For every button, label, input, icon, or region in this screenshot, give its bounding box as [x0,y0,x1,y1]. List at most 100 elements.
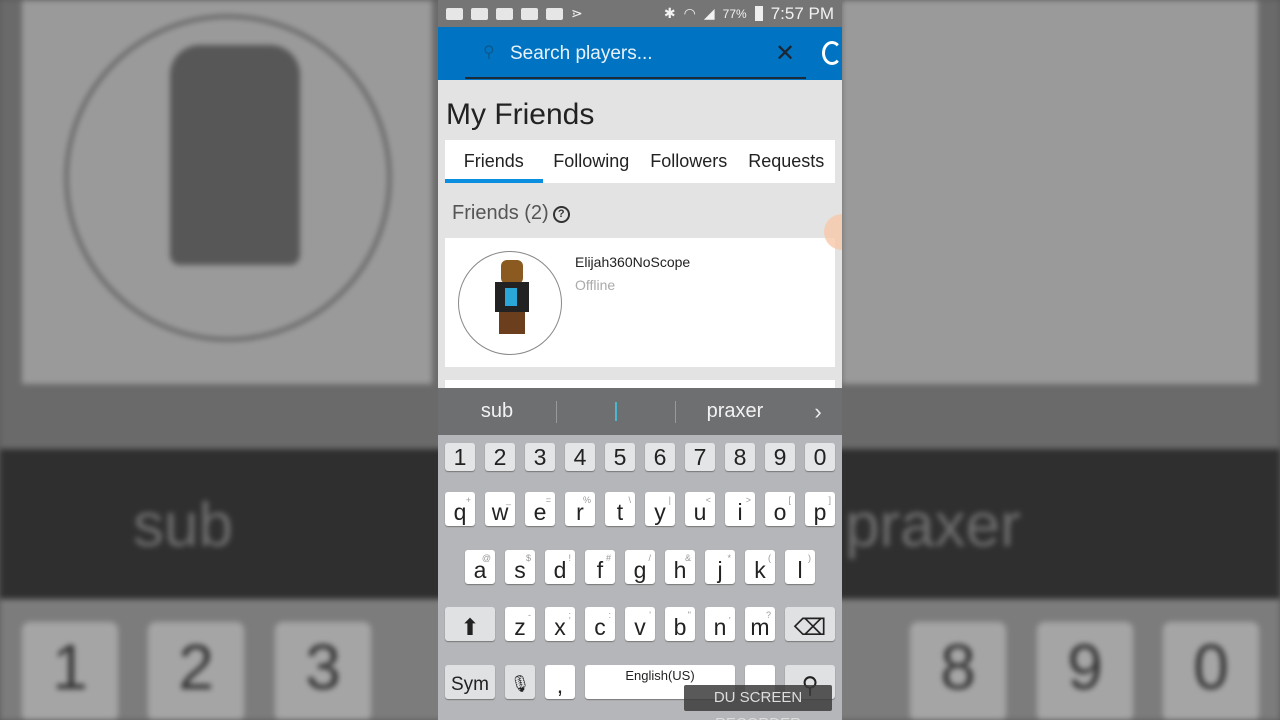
key[interactable]: x; [545,607,575,641]
key-alt-label: > [745,495,751,505]
key[interactable]: f # [585,550,615,584]
key[interactable]: 6 [645,443,675,471]
key-alt-label: - [528,610,531,620]
clock: 7:57 PM [770,3,834,23]
key-alt-label: \ [628,495,631,505]
key-label: g [633,557,647,583]
key[interactable]: i > [725,492,755,526]
backspace-key[interactable]: ⌫ [785,607,835,641]
search-icon: ⚲ [483,44,495,61]
key[interactable]: k( [745,550,775,584]
key-label: x [554,614,566,640]
search-placeholder: Search players... [510,43,653,64]
bg-key: 2 [148,622,244,720]
key-label: q [453,499,467,525]
key-label: c [594,614,606,640]
key-alt-label: ] [828,495,831,505]
bg-key: 3 [275,622,371,720]
keyboard: 1 2 3 4 5 6 7 8 9 0 q + w _ e = r% t \ y | u < i > o[p] a @ s $ d! f # g /… [438,435,842,720]
key-alt-label: | [668,495,671,505]
shift-key[interactable]: ⬆ [445,607,495,641]
app-header: ⚲ Search players... ✕ [438,27,842,80]
key[interactable]: v ' [625,607,655,641]
key-label: 7 [693,444,707,470]
bg-suggestion-praxer: praxer [845,491,1021,560]
key-alt-label: / [648,553,651,563]
key[interactable]: p] [805,492,835,526]
key-alt-label: ) [808,553,811,563]
key[interactable]: l) [785,550,815,584]
key-label: 5 [613,444,627,470]
key-label: n [713,614,727,640]
key-label: p [813,499,827,525]
tab-following[interactable]: Following [543,140,641,183]
key[interactable]: 3 [525,443,555,471]
key[interactable]: o[ [765,492,795,526]
key[interactable]: y | [645,492,675,526]
suggestion[interactable]: praxer [676,400,794,423]
key-label: t [616,499,624,525]
key-alt-label: = [545,495,551,505]
key[interactable]: c: [585,607,615,641]
key-label: u [693,499,707,525]
key-label: 3 [533,444,547,470]
key-label: Sym [451,674,489,695]
key-label: e [533,499,547,525]
bluetooth-icon: ✱ [663,5,676,21]
key[interactable]: h & [665,550,695,584]
comma-key[interactable]: , [545,665,575,699]
tab-followers[interactable]: Followers [640,140,738,183]
youtube-icon [521,7,538,20]
key-alt-label: % [582,495,591,505]
help-icon[interactable]: ? [552,206,570,223]
section-header: Friends (2)? [452,202,570,225]
key[interactable]: j * [705,550,735,584]
key-label: f [596,557,604,583]
suggestion[interactable]: | [557,400,675,423]
robux-icon[interactable] [822,41,842,65]
key[interactable]: 4 [565,443,595,471]
key[interactable]: a @ [465,550,495,584]
key[interactable]: 7 [685,443,715,471]
key-label: k [754,557,766,583]
key[interactable]: 1 [445,443,475,471]
tab-requests[interactable]: Requests [738,140,836,183]
key[interactable]: g / [625,550,655,584]
key-alt-label: ! [568,553,571,563]
key[interactable]: b " [665,607,695,641]
key[interactable]: w _ [485,492,515,526]
microphone-icon[interactable]: 🎙 [505,665,535,699]
youtube-icon [471,7,488,20]
key-alt-label: ? [765,610,771,620]
clear-search-button[interactable]: ✕ [775,39,795,68]
key[interactable]: r% [565,492,595,526]
key-label: d [553,557,567,583]
bg-key: 1 [22,622,118,720]
suggestion[interactable]: sub [438,400,556,423]
key[interactable]: s $ [505,550,535,584]
tab-friends[interactable]: Friends [445,140,543,183]
key[interactable]: 8 [725,443,755,471]
battery-percent: 77% [722,6,747,21]
search-input[interactable]: ⚲ Search players... ✕ [465,27,806,79]
key[interactable]: q + [445,492,475,526]
key[interactable]: m? [745,607,775,641]
key[interactable]: t \ [605,492,635,526]
friend-card[interactable]: Elijah360NoScope Offline [445,238,835,367]
key[interactable]: e = [525,492,555,526]
key[interactable]: 2 [485,443,515,471]
key-alt-label: + [465,495,471,505]
key[interactable]: n, [705,607,735,641]
key[interactable]: d! [545,550,575,584]
key-alt-label: " [687,610,691,620]
key[interactable]: z- [505,607,535,641]
key[interactable]: u < [685,492,715,526]
chevron-right-icon[interactable]: › [794,399,842,425]
key-alt-label: : [608,610,611,620]
sym-key[interactable]: Sym [445,665,495,699]
key[interactable]: 9 [765,443,795,471]
key-alt-label: ( [768,553,771,563]
key[interactable]: 0 [805,443,835,471]
key[interactable]: 5 [605,443,635,471]
friend-status: Offline [575,277,616,293]
